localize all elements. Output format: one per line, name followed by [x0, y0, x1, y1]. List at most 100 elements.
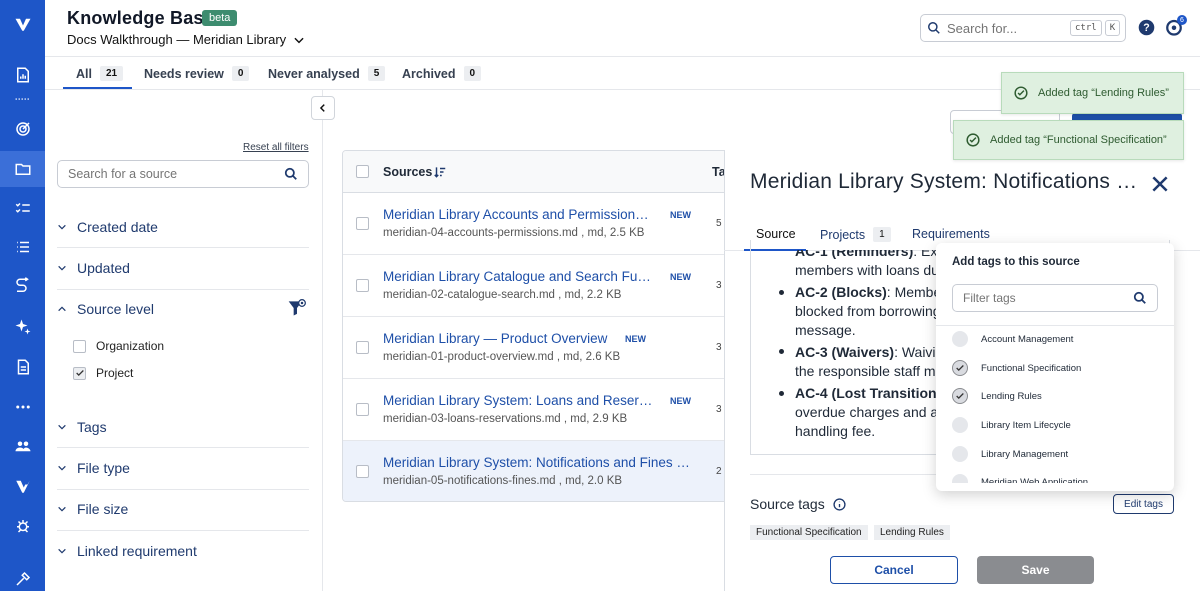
tab-never-analysed[interactable]: Never analysed 5	[268, 66, 386, 81]
divider	[57, 489, 309, 490]
more-icon[interactable]	[0, 389, 45, 425]
source-level-organization[interactable]: Organization	[73, 339, 164, 353]
drawer-tab-source[interactable]: Source	[756, 227, 796, 241]
tab-label: Source	[756, 227, 796, 241]
row-checkbox[interactable]	[356, 465, 369, 478]
tag-filter[interactable]	[952, 284, 1158, 312]
table-row-selected[interactable]: Meridian Library System: Notifications a…	[343, 441, 741, 501]
tag-option[interactable]: Library Item Lifecycle	[952, 417, 1071, 433]
reset-filters-link[interactable]: Reset all filters	[243, 142, 309, 153]
sparkle-icon[interactable]	[0, 309, 45, 345]
info-icon[interactable]	[833, 497, 846, 511]
source-name-link[interactable]: Meridian Library System: Loans and Reser…	[383, 393, 658, 408]
filter-label: Source level	[77, 301, 155, 317]
select-all-checkbox[interactable]	[356, 165, 369, 178]
bug-icon[interactable]	[0, 508, 45, 544]
table-row[interactable]: Meridian Library Catalogue and Search Fu…	[343, 255, 741, 317]
filter-source-level[interactable]: Source level	[57, 301, 309, 317]
cancel-button[interactable]: Cancel	[830, 556, 958, 584]
tag-checkbox[interactable]	[952, 446, 968, 462]
tab-all[interactable]: All 21	[76, 66, 124, 81]
checklist-icon[interactable]	[0, 190, 45, 226]
column-header-sources[interactable]: Sources	[383, 165, 432, 179]
search-icon[interactable]	[284, 167, 298, 181]
row-checkbox[interactable]	[356, 341, 369, 354]
active-filter-icon[interactable]	[287, 298, 307, 318]
source-name-link[interactable]: Meridian Library Catalogue and Search Fu…	[383, 269, 658, 284]
tag-checkbox-checked[interactable]	[952, 360, 968, 376]
row-checkbox[interactable]	[356, 279, 369, 292]
tab-label: Needs review	[144, 66, 224, 81]
filter-label: Updated	[77, 260, 130, 276]
project-selector[interactable]: Docs Walkthrough — Meridian Library	[67, 32, 306, 47]
collapse-panel-button[interactable]	[311, 96, 335, 120]
chevron-down-icon	[58, 265, 66, 271]
tag-checkbox[interactable]	[952, 331, 968, 347]
tag-count: 3	[716, 280, 722, 291]
tag-count: 3	[716, 404, 722, 415]
sort-icon[interactable]	[433, 165, 447, 179]
row-checkbox[interactable]	[356, 217, 369, 230]
check-circle-icon	[966, 133, 980, 147]
bullet	[779, 391, 784, 396]
search-icon	[928, 22, 940, 34]
folder-icon[interactable]	[0, 151, 45, 187]
source-level-project[interactable]: Project	[73, 366, 133, 380]
table-row[interactable]: Meridian Library Accounts and Permission…	[343, 193, 741, 255]
content-line: blocked from borrowing/	[795, 303, 945, 319]
shortcut-key: K	[1104, 20, 1121, 36]
filter-created-date[interactable]: Created date	[57, 219, 309, 235]
document-icon[interactable]	[0, 349, 45, 385]
tag-count: 2	[716, 466, 722, 477]
filter-updated[interactable]: Updated	[57, 260, 309, 276]
help-icon[interactable]: ?	[1138, 19, 1155, 36]
source-meta: meridian-02-catalogue-search.md , md, 2.…	[383, 289, 622, 301]
toast-notification[interactable]: Added tag “Lending Rules”	[1001, 72, 1184, 114]
tab-count: 0	[463, 66, 482, 81]
save-button[interactable]: Save	[977, 556, 1094, 584]
list-icon[interactable]	[0, 229, 45, 265]
flow-icon[interactable]	[0, 268, 45, 304]
checkbox-checked[interactable]	[73, 366, 86, 380]
tag-checkbox-checked[interactable]	[952, 388, 968, 404]
tag-filter-input[interactable]	[963, 291, 1113, 305]
filter-file-type[interactable]: File type	[57, 460, 309, 476]
analytics-icon[interactable]	[0, 57, 45, 93]
source-search[interactable]	[57, 160, 309, 188]
filter-tags[interactable]: Tags	[57, 419, 309, 435]
brand-mark-icon[interactable]	[0, 468, 45, 504]
team-icon[interactable]	[0, 428, 45, 464]
target-icon[interactable]	[0, 111, 45, 147]
tag-option[interactable]: Account Management	[952, 331, 1073, 347]
content-line: message.	[795, 322, 856, 338]
tag-option[interactable]: Lending Rules	[952, 388, 1042, 404]
source-name-link[interactable]: Meridian Library — Product Overview	[383, 331, 623, 346]
drawer-tab-requirements[interactable]: Requirements	[912, 227, 990, 241]
source-search-input[interactable]	[68, 167, 268, 181]
checkbox[interactable]	[73, 339, 86, 353]
edit-tags-button[interactable]: Edit tags	[1113, 494, 1174, 514]
global-search-input[interactable]	[947, 20, 1067, 36]
global-search[interactable]: ctrl K	[920, 14, 1126, 42]
table-row[interactable]: Meridian Library System: Loans and Reser…	[343, 379, 741, 441]
tools-icon[interactable]	[0, 561, 45, 591]
source-name-link[interactable]: Meridian Library System: Notifications a…	[383, 455, 701, 470]
row-checkbox[interactable]	[356, 403, 369, 416]
app-logo-icon[interactable]	[0, 6, 45, 42]
source-name-link[interactable]: Meridian Library Accounts and Permission…	[383, 207, 658, 222]
tab-count: 21	[99, 66, 124, 81]
tag-option-label: Library Management	[981, 448, 1069, 460]
table-row[interactable]: Meridian Library — Product Overview NEW …	[343, 317, 741, 379]
tag-checkbox[interactable]	[952, 417, 968, 433]
content-line: the responsible staff mem	[795, 363, 956, 379]
tab-archived[interactable]: Archived 0	[402, 66, 482, 81]
nav-divider	[0, 92, 45, 106]
tag-option[interactable]: Functional Specification	[952, 360, 1081, 376]
filter-linked-requirement[interactable]: Linked requirement	[57, 543, 309, 559]
toast-notification[interactable]: Added tag “Functional Specification”	[953, 120, 1184, 160]
close-icon[interactable]	[1150, 174, 1170, 194]
filter-file-size[interactable]: File size	[57, 501, 309, 517]
tag-option[interactable]: Library Management	[952, 446, 1068, 462]
tab-needs-review[interactable]: Needs review 0	[144, 66, 250, 81]
drawer-title: Meridian Library System: Notifications a…	[750, 170, 1140, 193]
